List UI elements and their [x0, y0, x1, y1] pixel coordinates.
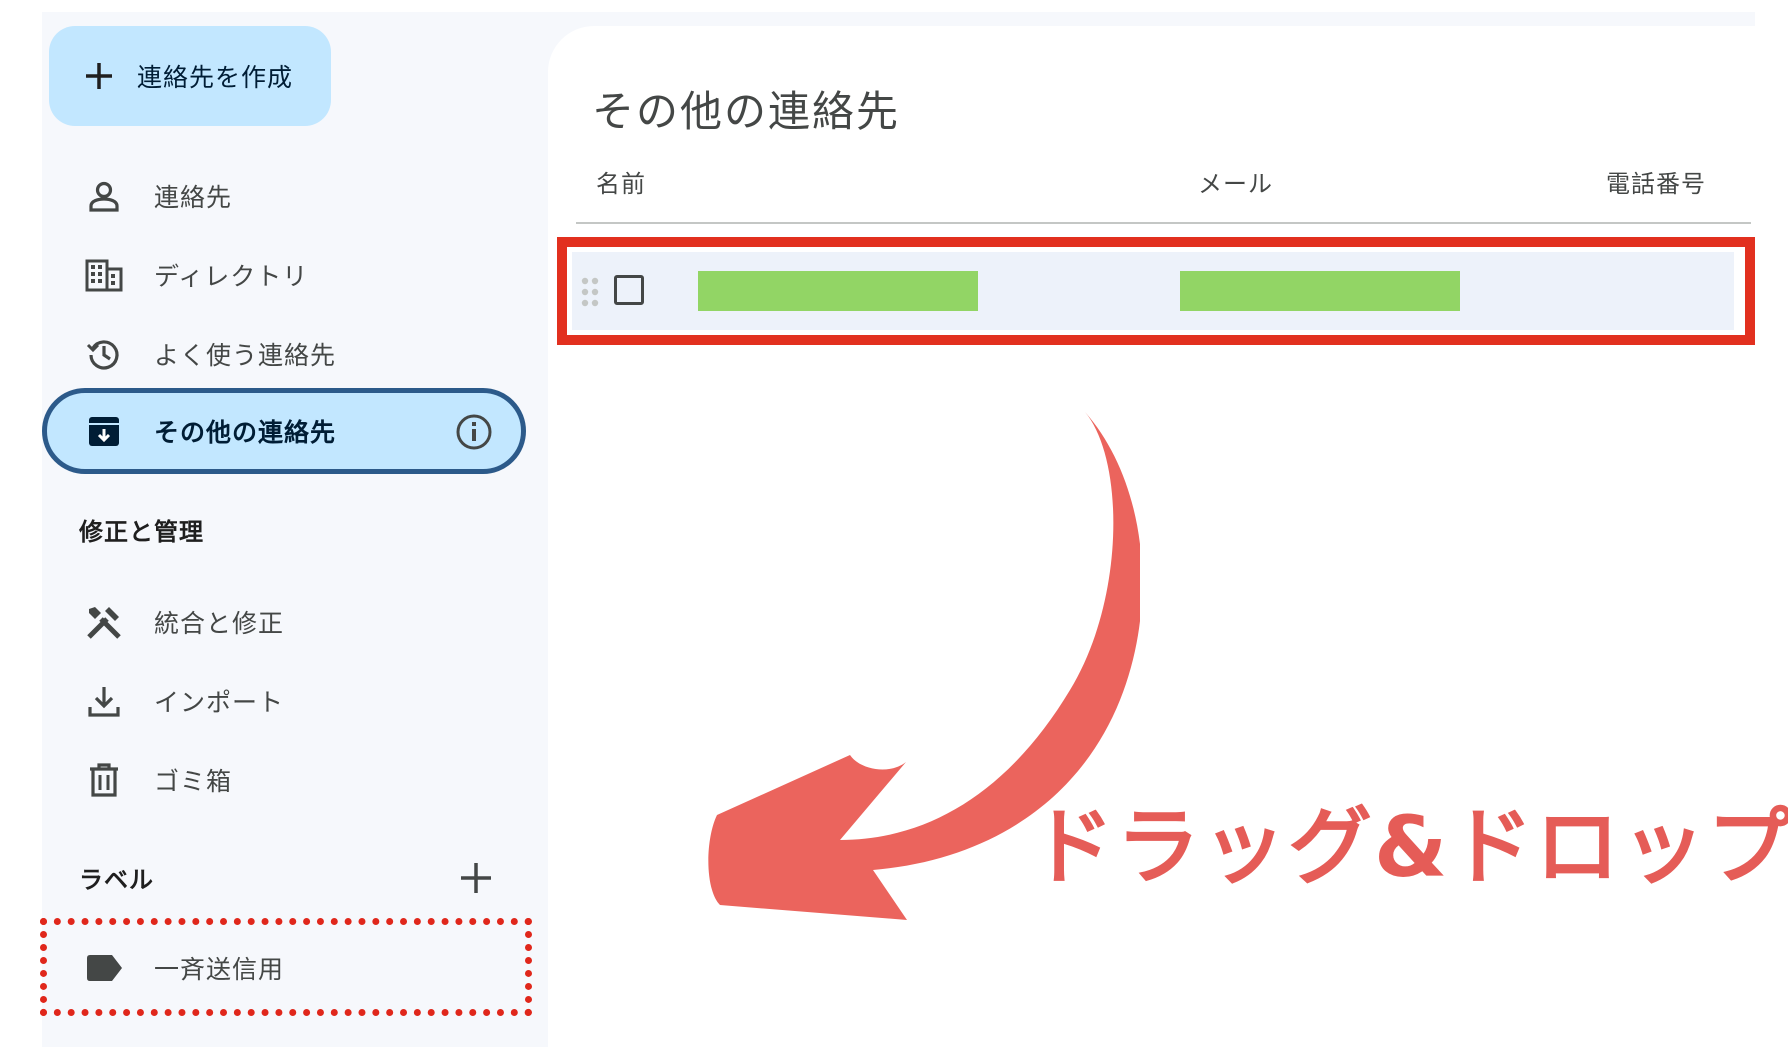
info-icon[interactable] — [455, 413, 493, 455]
sidebar-item-label: インポート — [154, 688, 285, 717]
add-label-button[interactable] — [456, 858, 496, 898]
sidebar-item-label: 統合と修正 — [154, 609, 285, 638]
section-heading-labels: ラベル — [79, 866, 154, 894]
redacted-email — [1180, 271, 1460, 311]
sidebar-item-label: ゴミ箱 — [154, 767, 233, 796]
person-icon — [84, 176, 124, 216]
sidebar-item-directory[interactable]: ディレクトリ — [42, 237, 526, 313]
building-icon — [84, 255, 124, 295]
drag-handle-icon[interactable] — [580, 276, 600, 312]
sidebar-item-import[interactable]: インポート — [42, 663, 526, 739]
plus-icon — [86, 63, 112, 89]
row-checkbox[interactable] — [614, 275, 644, 305]
trash-icon — [84, 760, 124, 800]
drag-and-drop-annotation: ドラッグ&ドロップ — [1030, 798, 1788, 896]
archive-download-icon — [84, 411, 124, 451]
create-contact-label: 連絡先を作成 — [137, 63, 294, 92]
column-header-name[interactable]: 名前 — [596, 164, 646, 199]
plus-icon — [461, 863, 491, 893]
sidebar-item-merge-fix[interactable]: 統合と修正 — [42, 584, 526, 660]
header-divider — [576, 222, 1751, 224]
history-icon — [84, 334, 124, 374]
download-icon — [84, 681, 124, 721]
section-heading-fix-manage: 修正と管理 — [79, 518, 204, 546]
sidebar-item-contacts[interactable]: 連絡先 — [42, 158, 526, 234]
sidebar-item-label: よく使う連絡先 — [154, 341, 337, 370]
sidebar-item-label: その他の連絡先 — [154, 418, 337, 447]
drop-target-highlight — [40, 918, 532, 1016]
sidebar-item-trash[interactable]: ゴミ箱 — [42, 742, 526, 818]
sidebar-item-other-contacts[interactable]: その他の連絡先 — [42, 388, 526, 474]
sidebar-item-frequent[interactable]: よく使う連絡先 — [42, 316, 526, 392]
page-title: その他の連絡先 — [592, 87, 901, 136]
redacted-name — [698, 271, 978, 311]
sidebar-item-label: 連絡先 — [154, 183, 233, 212]
tools-icon — [84, 602, 124, 642]
create-contact-button[interactable]: 連絡先を作成 — [49, 26, 331, 126]
sidebar-item-label: ディレクトリ — [154, 262, 309, 291]
column-header-email[interactable]: メール — [1198, 164, 1273, 199]
column-header-phone[interactable]: 電話番号 — [1606, 164, 1706, 199]
